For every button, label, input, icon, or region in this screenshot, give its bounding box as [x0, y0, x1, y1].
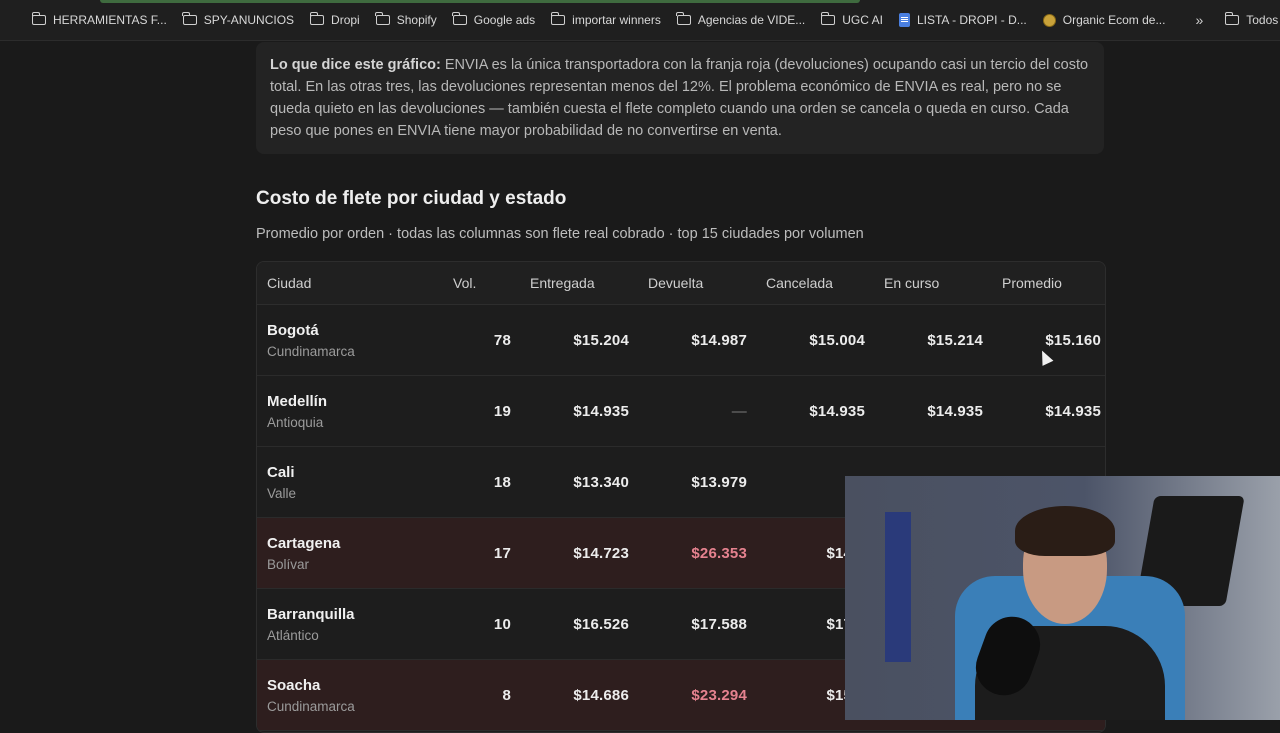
- cell-volume: 19: [493, 402, 511, 420]
- bookmark-importar-winners[interactable]: importar winners: [543, 12, 669, 27]
- bookmark-lista-dropi[interactable]: LISTA - DROPI - D...: [891, 13, 1035, 27]
- cell-encurso: $15.214: [927, 331, 983, 349]
- cell-devuelta: $17.588: [691, 615, 747, 633]
- bookmark-organic-ecom[interactable]: Organic Ecom de...: [1035, 13, 1174, 27]
- city-department: Atlántico: [267, 627, 319, 643]
- cell-volume: 78: [493, 331, 511, 349]
- folder-icon: [1224, 12, 1240, 25]
- bookmark-label: Agencias de VIDE...: [697, 13, 806, 27]
- header-devuelta[interactable]: Devuelta: [627, 275, 745, 291]
- cell-entregada: $15.204: [573, 331, 629, 349]
- header-promedio[interactable]: Promedio: [981, 275, 1099, 291]
- bookmarks-bar: HERRAMIENTAS F... SPY-ANUNCIOS Dropi Sho…: [0, 0, 1280, 41]
- bookmark-google-ads[interactable]: Google ads: [445, 12, 543, 27]
- cell-devuelta: $14.987: [691, 331, 747, 349]
- bookmark-label: LISTA - DROPI - D...: [916, 13, 1027, 27]
- cell-city: Cartagena Bolívar: [257, 535, 437, 572]
- bookmark-label: HERRAMIENTAS F...: [53, 13, 167, 27]
- bookmark-all-folder[interactable]: Todos los marc: [1217, 12, 1280, 27]
- city-name: Cali: [267, 463, 295, 481]
- cell-volume: 17: [493, 544, 511, 562]
- cell-city: Medellín Antioquia: [257, 393, 437, 430]
- tab-indicator: [100, 0, 860, 3]
- webcam-banner: [885, 512, 911, 662]
- folder-icon: [452, 12, 467, 25]
- city-name: Medellín: [267, 392, 328, 410]
- folder-icon: [182, 12, 197, 25]
- section-subtitle: Promedio por orden · todas las columnas …: [256, 226, 864, 242]
- cell-entregada: $14.723: [573, 544, 629, 562]
- section-title: Costo de flete por ciudad y estado: [256, 188, 567, 209]
- cell-cancelada: $15.004: [809, 331, 865, 349]
- cell-volume: 8: [502, 686, 511, 704]
- cell-devuelta: —: [731, 402, 747, 420]
- document-icon: [898, 13, 910, 27]
- header-cancelada[interactable]: Cancelada: [745, 275, 863, 291]
- webcam-person-hair: [1015, 506, 1115, 556]
- city-name: Cartagena: [267, 534, 341, 552]
- callout-lead: Lo que dice este gráfico:: [270, 57, 441, 73]
- folder-icon: [375, 12, 390, 25]
- cell-entregada: $14.686: [573, 686, 629, 704]
- bookmark-label: Google ads: [473, 13, 536, 27]
- cell-city: Cali Valle: [257, 464, 437, 501]
- cell-city: Barranquilla Atlántico: [257, 606, 437, 643]
- city-department: Cundinamarca: [267, 698, 355, 714]
- bookmark-herramientas[interactable]: HERRAMIENTAS F...: [24, 12, 175, 27]
- city-name: Barranquilla: [267, 605, 355, 623]
- header-ciudad[interactable]: Ciudad: [257, 275, 437, 291]
- coin-icon: [1042, 13, 1056, 27]
- header-entregada[interactable]: Entregada: [509, 275, 627, 291]
- cell-entregada: $13.340: [573, 473, 629, 491]
- bookmark-dropi[interactable]: Dropi: [302, 12, 368, 27]
- bookmark-label: Shopify: [396, 13, 437, 27]
- bookmark-label: Todos los marc: [1246, 13, 1280, 27]
- folder-icon: [820, 12, 836, 25]
- cell-volume: 18: [493, 473, 511, 491]
- city-department: Bolívar: [267, 556, 310, 572]
- cell-promedio: $14.935: [1045, 402, 1101, 420]
- cell-entregada: $16.526: [573, 615, 629, 633]
- folder-icon: [676, 12, 691, 25]
- cell-encurso: $14.935: [927, 402, 983, 420]
- bookmark-shopify[interactable]: Shopify: [368, 12, 445, 27]
- cell-devuelta: $13.979: [691, 473, 747, 491]
- city-department: Cundinamarca: [267, 343, 355, 359]
- city-name: Bogotá: [267, 321, 319, 339]
- callout-text: Lo que dice este gráfico: ENVIA es la ún…: [270, 54, 1090, 142]
- cell-entregada: $14.935: [573, 402, 629, 420]
- cell-promedio: $15.160: [1045, 331, 1101, 349]
- city-name: Soacha: [267, 676, 321, 694]
- cell-cancelada: $14.935: [809, 402, 865, 420]
- bookmark-label: Organic Ecom de...: [1062, 13, 1166, 27]
- cell-devuelta: $26.353: [691, 544, 747, 562]
- city-department: Valle: [267, 485, 297, 501]
- table-header: Ciudad Vol. Entregada Devuelta Cancelada…: [257, 262, 1105, 305]
- cell-volume: 10: [493, 615, 511, 633]
- bookmark-label: SPY-ANUNCIOS: [203, 13, 295, 27]
- webcam-overlay: [845, 476, 1280, 720]
- bookmark-ugc-ai[interactable]: UGC AI: [813, 12, 891, 27]
- bookmark-spy-anuncios[interactable]: SPY-ANUNCIOS: [175, 12, 302, 27]
- header-vol[interactable]: Vol.: [437, 275, 509, 291]
- bookmark-agencias[interactable]: Agencias de VIDE...: [669, 12, 813, 27]
- folder-icon: [31, 12, 46, 25]
- table-row[interactable]: Medellín Antioquia 19 $14.935 — $14.935 $14.93…: [257, 376, 1105, 447]
- table-row[interactable]: Bogotá Cundinamarca 78 $15.204 $14.987 $15.00…: [257, 305, 1105, 376]
- folder-icon: [309, 12, 325, 25]
- header-en-curso[interactable]: En curso: [863, 275, 981, 291]
- insight-callout: Lo que dice este gráfico: ENVIA es la ún…: [256, 42, 1104, 154]
- city-department: Antioquia: [267, 414, 324, 430]
- cell-city: Soacha Cundinamarca: [257, 677, 437, 714]
- chevron-double-right-icon[interactable]: »: [1173, 12, 1217, 28]
- cell-city: Bogotá Cundinamarca: [257, 322, 437, 359]
- bookmark-label: Dropi: [331, 13, 360, 27]
- folder-icon: [550, 12, 566, 25]
- bookmark-label: importar winners: [572, 13, 661, 27]
- bookmark-label: UGC AI: [842, 13, 883, 27]
- cell-devuelta: $23.294: [691, 686, 747, 704]
